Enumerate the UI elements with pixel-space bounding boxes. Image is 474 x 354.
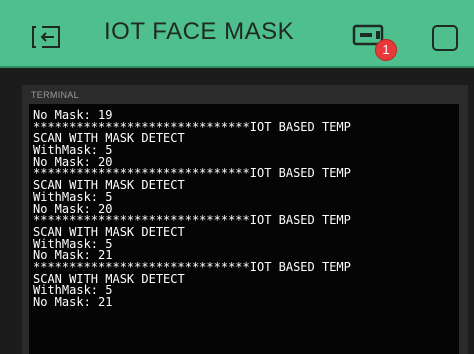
- terminal-label: TERMINAL: [31, 90, 79, 100]
- terminal-output: No Mask: 19 *****************************…: [33, 109, 351, 309]
- terminal-line: No Mask: 21: [33, 295, 113, 309]
- app-header: IOT FACE MASK 1: [0, 0, 474, 68]
- page-title: IOT FACE MASK: [104, 18, 295, 45]
- terminal-screen[interactable]: No Mask: 19 *****************************…: [29, 104, 459, 354]
- terminal-widget: TERMINAL No Mask: 19 ********************…: [22, 85, 468, 354]
- back-arrow-box-icon: [32, 26, 60, 48]
- square-button[interactable]: [432, 25, 458, 51]
- device-button[interactable]: 1: [352, 22, 402, 62]
- notification-badge: 1: [375, 39, 397, 61]
- back-button[interactable]: [30, 24, 62, 50]
